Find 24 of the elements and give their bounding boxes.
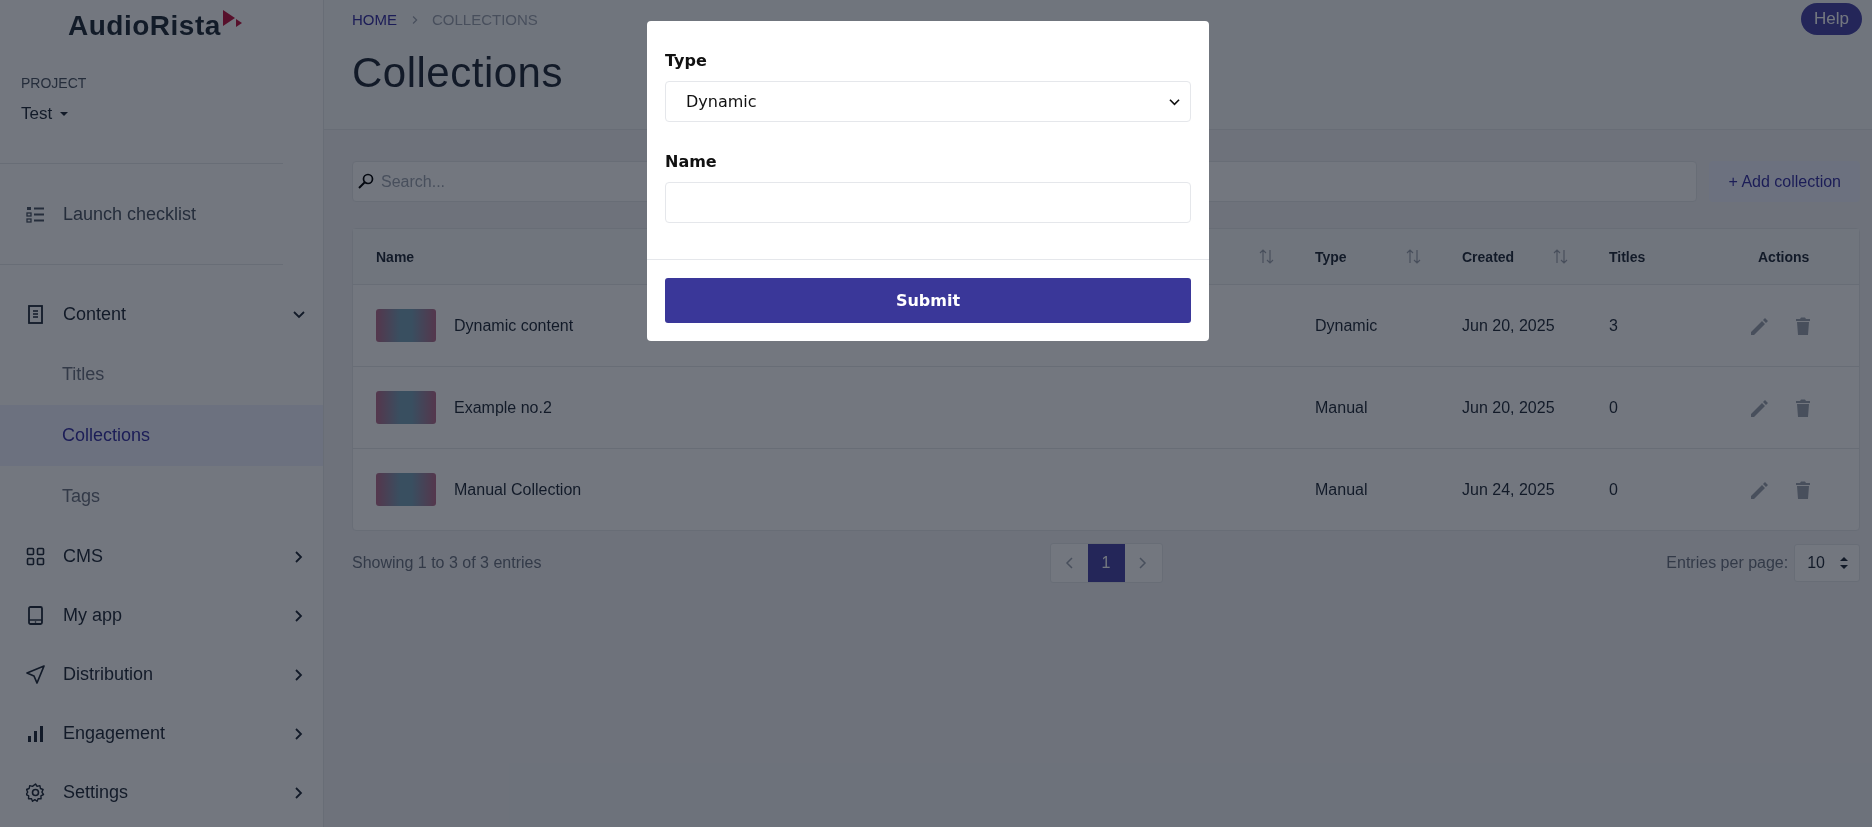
table-cell: Manual [1315,398,1368,417]
table-cell: Dynamic [1315,316,1378,335]
table-cell: Jun 24, 2025 [1462,480,1555,499]
entries-summary: Showing 1 to 3 of 3 entries [352,554,543,572]
table-cell: Jun 20, 2025 [1462,398,1555,417]
column-header: Type [1315,248,1348,265]
table-cell: Dynamic content [454,316,574,335]
column-header: Titles [1609,248,1647,265]
project-label: PROJECT [21,75,87,91]
column-header: Created [1462,248,1516,265]
table-cell: 3 [1609,316,1618,335]
page-title: Collections [352,49,563,97]
table-cell: Manual Collection [454,480,582,499]
table-cell: Jun 20, 2025 [1462,316,1555,335]
table-cell: Manual [1315,480,1368,499]
column-header: Name [376,248,416,265]
entries-label: Entries per page: [1666,554,1789,572]
app-logo: AudioRista [68,10,221,42]
table-cell: 0 [1609,398,1618,417]
table-cell: 0 [1609,480,1618,499]
field-label: Name [665,152,718,171]
column-header: Actions [1758,248,1811,265]
field-label: Type [665,51,708,70]
table-cell: Example no.2 [454,398,552,417]
